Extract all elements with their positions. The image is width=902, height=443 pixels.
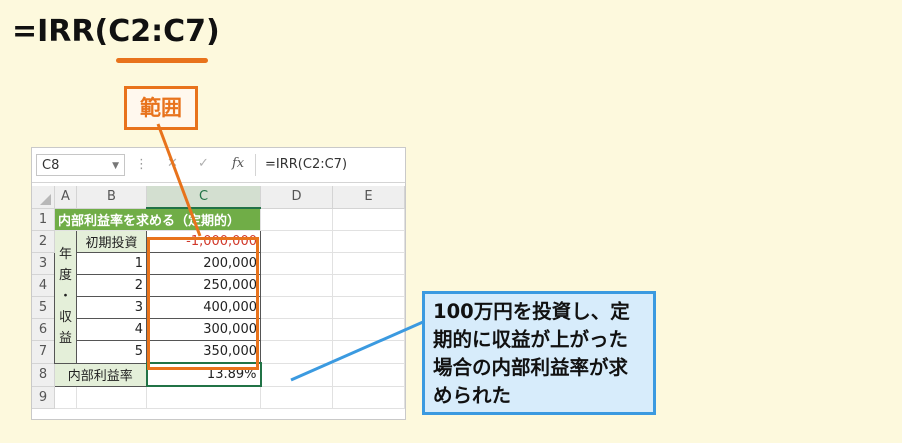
cell-e5[interactable] <box>332 296 405 319</box>
label-char: 年 <box>58 247 72 263</box>
cell-e7[interactable] <box>332 340 405 364</box>
cell-c6[interactable]: 300,000 <box>146 318 261 341</box>
label-char: 度 <box>58 268 72 284</box>
chevron-down-icon[interactable]: ▼ <box>112 155 119 177</box>
range-underline <box>116 58 208 63</box>
cell-c7[interactable]: 350,000 <box>146 340 261 364</box>
formula-input[interactable]: =IRR(C2:C7) <box>255 154 401 176</box>
column-header-d[interactable]: D <box>260 186 333 209</box>
select-all-icon <box>40 193 51 205</box>
cell-e9[interactable] <box>332 386 405 409</box>
cell-e8[interactable] <box>332 363 405 387</box>
cell-d6[interactable] <box>260 318 333 341</box>
row-header-7[interactable]: 7 <box>32 340 55 364</box>
cell-a2-year-label[interactable]: 年 度 ・ 収 益 <box>54 230 77 364</box>
cell-e2[interactable] <box>332 230 405 253</box>
cell-b7[interactable]: 5 <box>76 340 147 364</box>
cancel-icon[interactable]: ✕ <box>167 156 178 171</box>
row-header-4[interactable]: 4 <box>32 274 55 297</box>
cell-e6[interactable] <box>332 318 405 341</box>
cell-b5[interactable]: 3 <box>76 296 147 319</box>
cell-b4[interactable]: 2 <box>76 274 147 297</box>
label-char: 収 <box>58 310 72 326</box>
row-header-5[interactable]: 5 <box>32 296 55 319</box>
explanation-callout: 100万円を投資し、定期的に収益が上がった場合の内部利益率が求められた <box>422 291 656 415</box>
row-header-9[interactable]: 9 <box>32 386 55 409</box>
cell-d9[interactable] <box>260 386 333 409</box>
select-all-corner[interactable] <box>32 186 55 209</box>
more-options-icon: ⋮ <box>135 157 148 172</box>
row-header-6[interactable]: 6 <box>32 318 55 341</box>
column-header-b[interactable]: B <box>76 186 147 209</box>
cell-b2[interactable]: 初期投資 <box>76 230 147 253</box>
cell-c3[interactable]: 200,000 <box>146 252 261 275</box>
cell-c9[interactable] <box>146 386 261 409</box>
column-header-a[interactable]: A <box>54 186 77 209</box>
label-char: 益 <box>58 331 72 347</box>
cell-d5[interactable] <box>260 296 333 319</box>
label-char: ・ <box>58 289 72 305</box>
range-label: 範囲 <box>124 86 198 130</box>
name-box-value: C8 <box>42 158 60 173</box>
worksheet-grid: A B C D E 1 内部利益率を求める（定期的） 2 年 度 ・ 収 益 初… <box>32 186 405 409</box>
cell-d7[interactable] <box>260 340 333 364</box>
sheet-title-cell[interactable]: 内部利益率を求める（定期的） <box>54 208 261 231</box>
cell-e3[interactable] <box>332 252 405 275</box>
cell-b9[interactable] <box>76 386 147 409</box>
cell-b6[interactable]: 4 <box>76 318 147 341</box>
cell-e1[interactable] <box>332 208 405 231</box>
cell-d1[interactable] <box>260 208 333 231</box>
row-header-3[interactable]: 3 <box>32 252 55 275</box>
confirm-icon[interactable]: ✓ <box>198 156 209 171</box>
formula-title: =IRR(C2:C7) <box>12 14 220 49</box>
insert-function-icon[interactable]: fx <box>232 156 244 171</box>
row-header-1[interactable]: 1 <box>32 208 55 231</box>
row-header-8[interactable]: 8 <box>32 363 55 387</box>
row-header-2[interactable]: 2 <box>32 230 55 253</box>
cell-e4[interactable] <box>332 274 405 297</box>
cell-c8-result[interactable]: 13.89% <box>145 362 262 387</box>
cell-d2[interactable] <box>260 230 333 253</box>
cell-a8-result-label[interactable]: 内部利益率 <box>54 362 147 387</box>
name-box[interactable]: C8 ▼ <box>36 154 125 176</box>
formula-text: =IRR(C2:C7) <box>12 14 220 49</box>
cell-d8[interactable] <box>260 363 333 387</box>
cell-c2[interactable]: -1,000,000 <box>146 230 261 253</box>
cell-d3[interactable] <box>260 252 333 275</box>
cell-c5[interactable]: 400,000 <box>146 296 261 319</box>
cell-c4[interactable]: 250,000 <box>146 274 261 297</box>
column-header-e[interactable]: E <box>332 186 405 209</box>
spreadsheet-window: C8 ▼ ⋮ ✕ ✓ fx =IRR(C2:C7) A B C D E 1 内部… <box>31 147 406 420</box>
column-header-c[interactable]: C <box>146 186 261 209</box>
cell-d4[interactable] <box>260 274 333 297</box>
cell-a9[interactable] <box>54 386 77 409</box>
cell-b3[interactable]: 1 <box>76 252 147 275</box>
formula-bar: C8 ▼ ⋮ ✕ ✓ fx =IRR(C2:C7) <box>32 148 405 183</box>
